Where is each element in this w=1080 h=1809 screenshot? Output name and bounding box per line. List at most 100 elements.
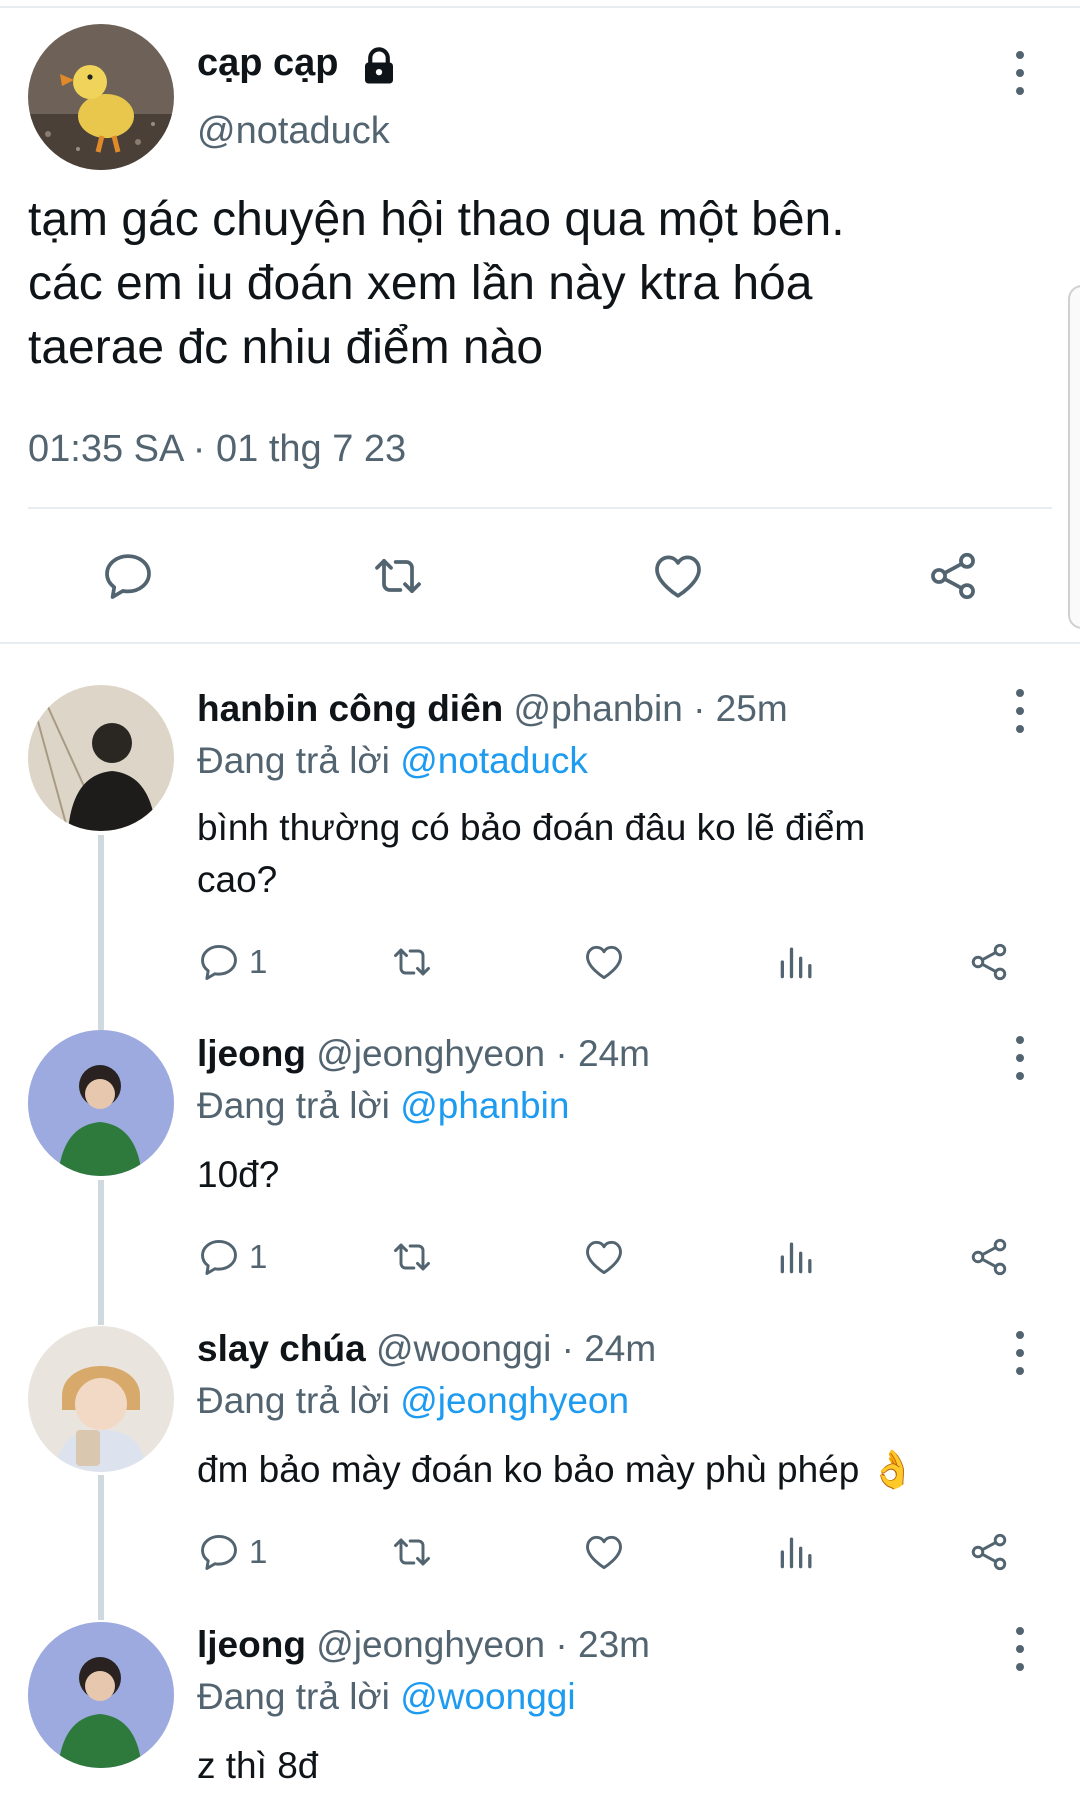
share-icon [967, 940, 1011, 984]
reply-button[interactable]: 1 [197, 1530, 267, 1574]
replying-to: Đang trả lời @woonggi [197, 1676, 576, 1718]
replying-to-link[interactable]: @jeonghyeon [400, 1380, 629, 1421]
reply-header: hanbin công diên @phanbin · 25m [197, 688, 788, 730]
reply-count: 1 [249, 1238, 268, 1275]
analytics-icon [775, 1530, 819, 1574]
share-icon [967, 1235, 1011, 1279]
reply-text-line: đm bảo mày đoán ko bảo mày phù phép 👌 [197, 1449, 916, 1490]
like-button[interactable] [650, 548, 706, 604]
reply-author-name[interactable]: slay chúa [197, 1328, 366, 1369]
retweet-button[interactable] [390, 1235, 434, 1279]
views-button[interactable] [775, 1235, 819, 1279]
retweet-button[interactable] [370, 548, 426, 604]
reply-meta[interactable]: @jeonghyeon · 24m [316, 1033, 650, 1074]
reply-author-name[interactable]: ljeong [197, 1624, 306, 1665]
reply-count: 1 [249, 943, 268, 980]
duck-avatar-image [28, 24, 174, 170]
like-button[interactable] [582, 1235, 626, 1279]
share-button[interactable] [967, 940, 1011, 984]
scrollbar[interactable] [1068, 285, 1080, 629]
views-button[interactable] [775, 1530, 819, 1574]
more-icon[interactable] [1015, 51, 1025, 95]
author-name[interactable]: cạp cạp [197, 42, 339, 85]
reply-meta[interactable]: @phanbin · 25m [514, 688, 788, 729]
like-icon [582, 1235, 626, 1279]
avatar[interactable] [28, 1326, 174, 1472]
reply-meta[interactable]: @jeonghyeon · 23m [316, 1624, 650, 1665]
replying-label: Đang trả lời [197, 740, 390, 781]
replying-to-link[interactable]: @notaduck [400, 740, 588, 781]
profile-photo [28, 1326, 174, 1472]
tweet-text-line: tạm gác chuyện hội thao qua một bên. [28, 193, 845, 246]
reply-text: 10đ? [197, 1149, 279, 1201]
share-button[interactable] [967, 1530, 1011, 1574]
reply-meta[interactable]: @woonggi · 24m [376, 1328, 656, 1369]
reply-text-line: bình thường có bảo đoán đâu ko lẽ điểm [197, 807, 866, 848]
replying-label: Đang trả lời [197, 1380, 390, 1421]
reply-text: z thì 8đ [197, 1740, 318, 1792]
reply-header: ljeong @jeonghyeon · 23m [197, 1624, 650, 1666]
reply-icon [197, 940, 241, 984]
share-icon [967, 1530, 1011, 1574]
replying-to: Đang trả lời @phanbin [197, 1085, 569, 1127]
thread-line [98, 1180, 104, 1325]
tweet-text: tạm gác chuyện hội thao qua một bên. các… [28, 188, 845, 380]
reply-author-name[interactable]: ljeong [197, 1033, 306, 1074]
share-button[interactable] [925, 548, 981, 604]
divider [28, 507, 1052, 509]
retweet-button[interactable] [390, 940, 434, 984]
reply-author-name[interactable]: hanbin công diên [197, 688, 503, 729]
replying-to-link[interactable]: @woonggi [400, 1676, 575, 1717]
reply-text-line: z thì 8đ [197, 1745, 319, 1786]
profile-photo [28, 685, 174, 831]
tweet-text-line: các em iu đoán xem lần này ktra hóa [28, 257, 813, 310]
retweet-icon [370, 548, 426, 604]
share-button[interactable] [967, 1235, 1011, 1279]
tweet-timestamp[interactable]: 01:35 SA · 01 thg 7 23 [28, 428, 406, 471]
thread-line [98, 1475, 104, 1620]
retweet-button[interactable] [390, 1530, 434, 1574]
replying-label: Đang trả lời [197, 1085, 390, 1126]
more-icon[interactable] [1015, 1627, 1025, 1671]
retweet-icon [390, 1235, 434, 1279]
more-icon[interactable] [1015, 689, 1025, 733]
like-icon [582, 1530, 626, 1574]
more-icon[interactable] [1015, 1036, 1025, 1080]
replying-to: Đang trả lời @notaduck [197, 740, 588, 782]
avatar[interactable] [28, 685, 174, 831]
reply-button[interactable] [100, 548, 156, 604]
reply-icon [100, 548, 156, 604]
reply-text: đm bảo mày đoán ko bảo mày phù phép 👌 [197, 1444, 916, 1496]
analytics-icon [775, 1235, 819, 1279]
avatar[interactable] [28, 24, 174, 170]
author-handle[interactable]: @notaduck [197, 110, 390, 153]
replying-to-link[interactable]: @phanbin [400, 1085, 569, 1126]
top-divider [0, 6, 1080, 8]
replying-label: Đang trả lời [197, 1676, 390, 1717]
replying-to: Đang trả lời @jeonghyeon [197, 1380, 629, 1422]
views-button[interactable] [775, 940, 819, 984]
more-icon[interactable] [1015, 1331, 1025, 1375]
reply-button[interactable]: 1 [197, 940, 267, 984]
section-divider [0, 642, 1080, 644]
share-icon [925, 548, 981, 604]
reply-icon [197, 1235, 241, 1279]
avatar[interactable] [28, 1622, 174, 1768]
reply-icon [197, 1530, 241, 1574]
thread-line [98, 835, 104, 1030]
reply-count: 1 [249, 1533, 268, 1570]
reply-text: bình thường có bảo đoán đâu ko lẽ điểm c… [197, 802, 865, 906]
retweet-icon [390, 1530, 434, 1574]
like-button[interactable] [582, 940, 626, 984]
profile-photo [28, 1030, 174, 1176]
reply-text-line: cao? [197, 859, 278, 900]
analytics-icon [775, 940, 819, 984]
reply-header: ljeong @jeonghyeon · 24m [197, 1033, 650, 1075]
like-icon [650, 548, 706, 604]
like-button[interactable] [582, 1530, 626, 1574]
avatar[interactable] [28, 1030, 174, 1176]
retweet-icon [390, 940, 434, 984]
reply-header: slay chúa @woonggi · 24m [197, 1328, 656, 1370]
reply-button[interactable]: 1 [197, 1235, 267, 1279]
lock-icon [358, 45, 400, 92]
